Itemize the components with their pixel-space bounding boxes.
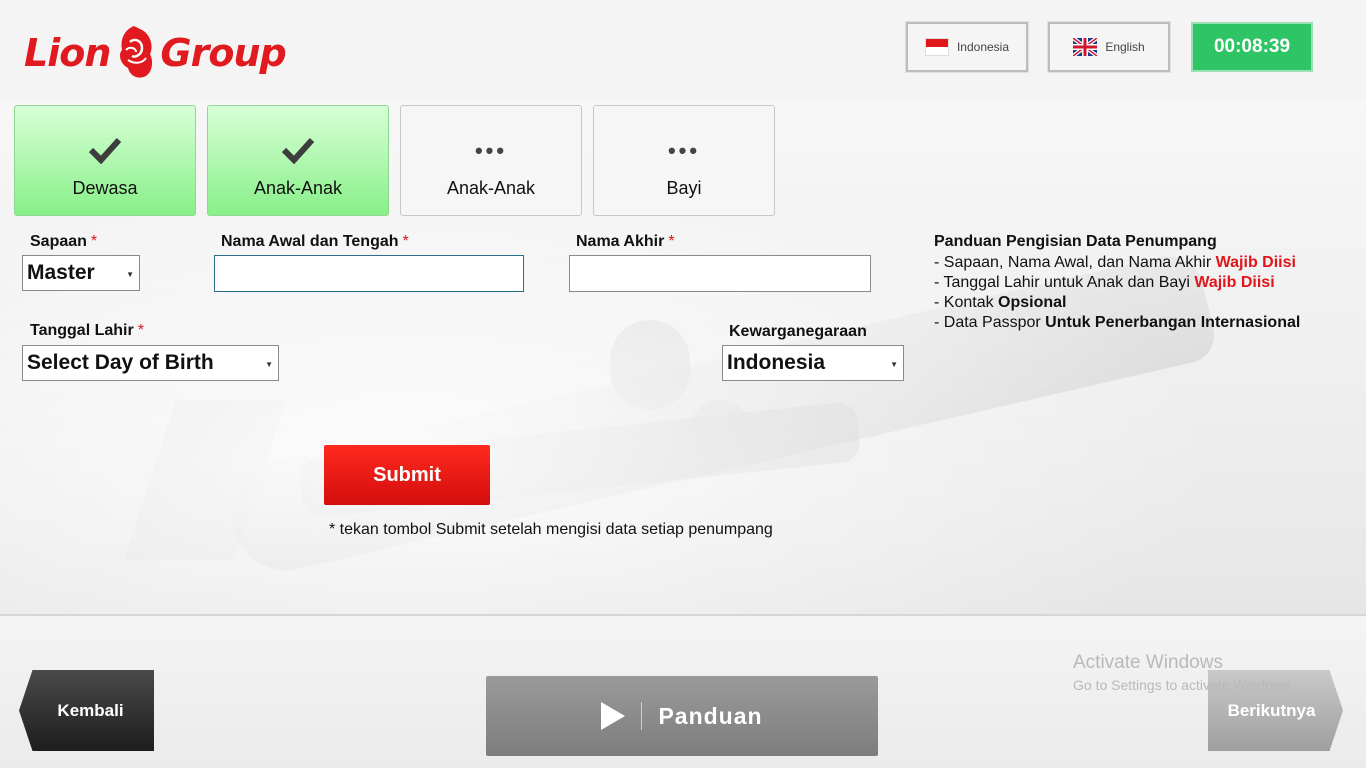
play-icon bbox=[601, 702, 626, 730]
first-name-input[interactable] bbox=[214, 255, 524, 292]
language-label: Indonesia bbox=[956, 40, 1010, 54]
guide-button[interactable]: Panduan bbox=[486, 676, 878, 756]
back-button[interactable]: Kembali bbox=[19, 670, 154, 751]
nationality-select[interactable]: Indonesia ▼ bbox=[722, 345, 904, 381]
guide-line: - Tanggal Lahir untuk Anak dan Bayi Waji… bbox=[934, 274, 1275, 291]
checkmark-icon bbox=[281, 106, 315, 164]
language-label: English bbox=[1105, 40, 1145, 54]
passenger-guide-panel: Panduan Pengisian Data Penumpang - Sapaa… bbox=[934, 232, 1354, 333]
next-button[interactable]: Berikutnya bbox=[1208, 670, 1343, 751]
session-timer: 00:08:39 bbox=[1191, 22, 1313, 72]
guide-line: - Data Passpor Untuk Penerbangan Interna… bbox=[934, 314, 1301, 331]
dropdown-caret-icon: ▼ bbox=[126, 270, 134, 279]
language-english-button[interactable]: English bbox=[1047, 21, 1171, 73]
guide-line: - Sapaan, Nama Awal, dan Nama Akhir Waji… bbox=[934, 254, 1296, 271]
passenger-tab-dewasa[interactable]: Dewasa bbox=[14, 105, 196, 216]
birth-date-select[interactable]: Select Day of Birth ▼ bbox=[22, 345, 279, 381]
language-indonesia-button[interactable]: Indonesia bbox=[905, 21, 1029, 73]
logo-text-lion: Lion bbox=[24, 31, 111, 75]
ellipsis-icon: ••• bbox=[474, 138, 508, 163]
divider bbox=[641, 702, 643, 730]
ellipsis-icon: ••• bbox=[667, 138, 701, 163]
submit-note: * tekan tombol Submit setelah mengisi da… bbox=[329, 521, 773, 538]
salutation-select[interactable]: Master ▼ bbox=[22, 255, 140, 291]
last-name-label: Nama Akhir * bbox=[576, 233, 675, 250]
last-name-input[interactable] bbox=[569, 255, 871, 292]
nationality-value: Indonesia bbox=[727, 351, 826, 374]
guide-button-label: Panduan bbox=[658, 702, 763, 729]
dropdown-caret-icon: ▼ bbox=[890, 360, 898, 369]
passenger-tab-anak-2[interactable]: ••• Anak-Anak bbox=[400, 105, 582, 216]
passenger-tab-label: Anak-Anak bbox=[446, 178, 536, 198]
dropdown-caret-icon: ▼ bbox=[265, 360, 273, 369]
passenger-tab-bayi[interactable]: ••• Bayi bbox=[593, 105, 775, 216]
guide-title: Panduan Pengisian Data Penumpang bbox=[934, 233, 1217, 250]
logo-text-group: Group bbox=[160, 31, 286, 75]
lion-group-logo: Lion Group bbox=[24, 18, 287, 88]
submit-button[interactable]: Submit bbox=[324, 445, 490, 505]
passenger-tab-label: Anak-Anak bbox=[253, 178, 343, 198]
first-name-label: Nama Awal dan Tengah * bbox=[221, 233, 409, 250]
lion-head-icon bbox=[120, 26, 153, 78]
passenger-tab-label: Dewasa bbox=[72, 178, 138, 198]
birth-date-label: Tanggal Lahir * bbox=[30, 322, 144, 339]
flag-indonesia-icon bbox=[924, 38, 949, 56]
salutation-value: Master bbox=[27, 261, 95, 284]
guide-line: - Kontak Opsional bbox=[934, 294, 1067, 311]
passenger-tab-anak-1[interactable]: Anak-Anak bbox=[207, 105, 389, 216]
passenger-tab-label: Bayi bbox=[666, 178, 702, 198]
checkmark-icon bbox=[88, 106, 122, 164]
birth-date-value: Select Day of Birth bbox=[27, 351, 214, 374]
nationality-label: Kewarganegaraan bbox=[729, 323, 867, 340]
flag-uk-icon bbox=[1073, 38, 1098, 56]
salutation-label: Sapaan * bbox=[30, 233, 98, 250]
